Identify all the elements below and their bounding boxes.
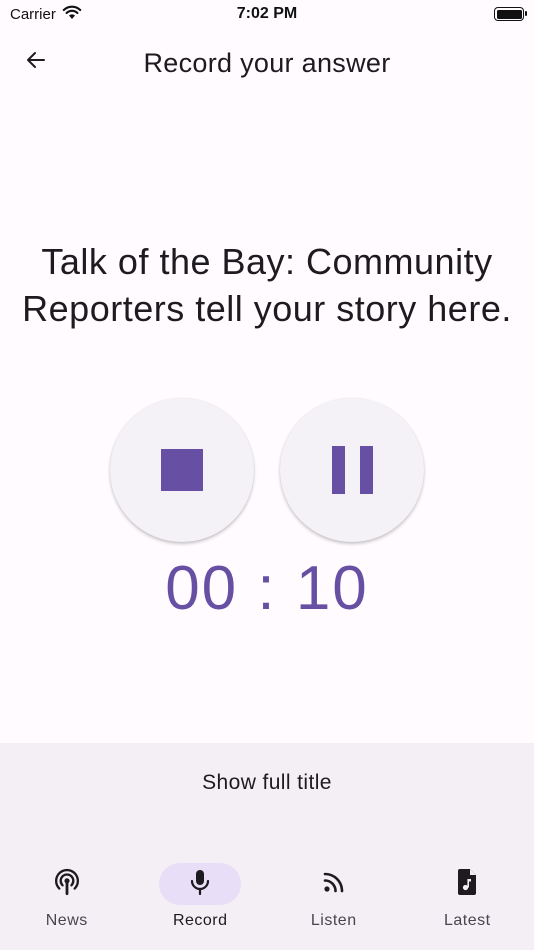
nav-icon-container xyxy=(293,863,375,905)
bottom-panel: Show full title News Record Listen Lates… xyxy=(0,743,534,950)
nav-label-latest: Latest xyxy=(443,912,491,929)
rss-icon xyxy=(322,870,346,899)
recording-timer: 00 : 10 xyxy=(165,554,369,623)
stop-button[interactable] xyxy=(110,398,254,542)
podcast-icon xyxy=(53,868,81,901)
page-title: Record your answer xyxy=(143,47,391,78)
status-bar: Carrier 7:02 PM xyxy=(0,0,534,28)
nav-icon-container-active xyxy=(159,863,242,905)
recording-controls xyxy=(0,398,534,542)
microphone-icon xyxy=(188,869,212,900)
nav-label-record: Record xyxy=(172,912,228,929)
question-text: Talk of the Bay: Community Reporters tel… xyxy=(22,241,512,329)
nav-item-news[interactable]: News xyxy=(0,863,134,943)
nav-icon-container xyxy=(26,863,108,905)
battery-icon xyxy=(494,7,527,21)
status-time: 7:02 PM xyxy=(236,5,298,22)
app-bar: Record your answer xyxy=(0,36,534,90)
arrow-left-icon xyxy=(24,48,48,77)
nav-label-news: News xyxy=(45,912,88,929)
nav-icon-container xyxy=(426,863,508,905)
pause-icon xyxy=(331,446,373,494)
bottom-navigation: News Record Listen Latest xyxy=(0,863,534,943)
stop-icon xyxy=(161,449,203,491)
nav-item-listen[interactable]: Listen xyxy=(267,863,401,943)
show-full-title-button[interactable]: Show full title xyxy=(0,771,534,795)
pause-button[interactable] xyxy=(280,398,424,542)
nav-label-listen: Listen xyxy=(310,912,357,929)
music-file-icon xyxy=(455,868,479,901)
back-button[interactable] xyxy=(16,42,56,82)
nav-item-record[interactable]: Record xyxy=(134,863,268,943)
nav-item-latest[interactable]: Latest xyxy=(401,863,534,943)
